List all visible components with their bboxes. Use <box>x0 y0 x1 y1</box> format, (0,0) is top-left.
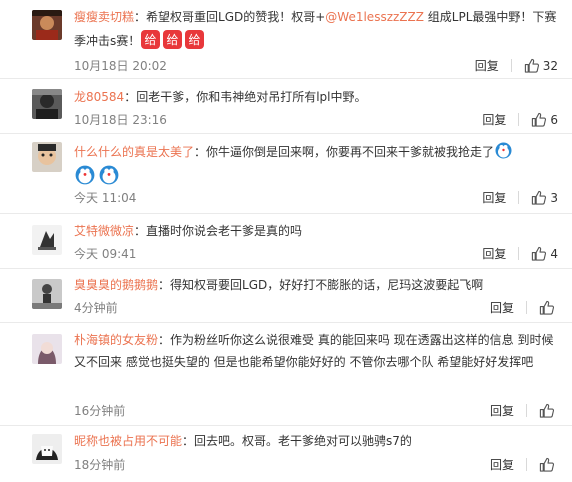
commenter-name[interactable]: 昵称也被占用不可能 <box>74 434 182 448</box>
reply-button[interactable]: 回复 <box>490 456 514 473</box>
commenter-name[interactable]: 什么什么的真是太美了 <box>74 145 194 159</box>
svg-text:给: 给 <box>145 33 157 47</box>
reply-button[interactable]: 回复 <box>482 245 506 262</box>
comment-time: 10月18日 20:02 <box>74 59 167 73</box>
comment-item: 臭臭臭的鹅鹅鹅：得知权哥要回LGD，好好打不膨胀的话，尼玛这波要起飞啊 4分钟前… <box>0 269 572 323</box>
thumbs-up-icon <box>524 58 539 73</box>
comment-item: 什么什么的真是太美了：你牛逼你倒是回来啊，你要再不回来干爹就被我抢走了 今天 1… <box>0 134 572 214</box>
avatar[interactable] <box>32 334 62 364</box>
divider <box>526 301 527 314</box>
thumbs-up-icon <box>532 246 547 261</box>
like-count: 4 <box>550 246 558 261</box>
avatar[interactable] <box>32 434 62 464</box>
divider <box>518 191 520 204</box>
like-button[interactable]: 4 <box>531 246 558 261</box>
reply-button[interactable]: 回复 <box>490 299 514 316</box>
commenter-name[interactable]: 臭臭臭的鹅鹅鹅 <box>74 278 158 292</box>
thumbs-up-icon <box>539 403 554 418</box>
reply-button[interactable]: 回复 <box>482 111 506 128</box>
avatar[interactable] <box>32 10 62 40</box>
divider <box>510 59 512 72</box>
comment-text: ：你牛逼你倒是回来啊，你要再不回来干爹就被我抢走了 <box>194 145 495 159</box>
comment-time: 18分钟前 <box>74 458 126 472</box>
reply-button[interactable]: 回复 <box>490 402 514 419</box>
like-button[interactable] <box>539 457 558 472</box>
comment-time: 16分钟前 <box>74 404 126 418</box>
like-count: 3 <box>550 190 558 205</box>
like-button[interactable]: 32 <box>524 58 558 73</box>
like-button[interactable] <box>539 403 558 418</box>
comment-item: 艾特微微凉：直播时你说会老干爹是真的吗 今天 09:41 回复 4 <box>0 214 572 269</box>
commenter-name[interactable]: 龙80584 <box>74 90 124 104</box>
comment-text: ：希望权哥重回LGD的赞我！权哥+ <box>134 10 326 24</box>
like-button[interactable]: 3 <box>531 190 558 205</box>
thumbs-up-icon <box>532 112 547 127</box>
comment-item: 龙80584：回老干爹，你和韦神绝对吊打所有lpl中野。 10月18日 23:1… <box>0 79 572 134</box>
like-count: 6 <box>550 112 558 127</box>
avatar[interactable] <box>32 225 62 255</box>
thumbs-up-icon <box>532 190 547 205</box>
doraemon-emoji <box>99 165 119 185</box>
comment-time: 10月18日 23:16 <box>74 113 167 127</box>
svg-text:给: 给 <box>167 33 179 47</box>
avatar[interactable] <box>32 89 62 119</box>
like-count: 32 <box>542 58 558 73</box>
avatar[interactable] <box>32 279 62 309</box>
comment-item: 瘦瘦卖切糕：希望权哥重回LGD的赞我！权哥+@We1lesszzZZZ 组成LP… <box>0 0 572 79</box>
like-button[interactable]: 6 <box>531 112 558 127</box>
divider <box>526 458 527 471</box>
svg-text:给: 给 <box>189 33 201 47</box>
comment-time: 4分钟前 <box>74 301 118 315</box>
divider <box>518 247 520 260</box>
mention-link[interactable]: @We1lesszzZZZ <box>325 10 424 24</box>
comment-item: 朴海镇的女友粉：作为粉丝听你这么说很难受 真的能回来吗 现在透露出这样的信息 到… <box>0 323 572 426</box>
divider <box>518 113 520 126</box>
comment-time: 今天 09:41 <box>74 247 137 261</box>
doraemon-emoji <box>75 165 95 185</box>
comment-item: 昵称也被占用不可能：回去吧。权哥。老干爹绝对可以驰骋s7的 18分钟前 回复 <box>0 426 572 482</box>
comment-text: ：得知权哥要回LGD，好好打不膨胀的话，尼玛这波要起飞啊 <box>158 278 484 292</box>
thumbs-up-icon <box>539 300 554 315</box>
commenter-name[interactable]: 艾特微微凉 <box>74 224 134 238</box>
divider <box>526 404 527 417</box>
reply-button[interactable]: 回复 <box>482 189 506 206</box>
comment-time: 今天 11:04 <box>74 191 137 205</box>
gift-stickers: 给给给 <box>140 28 206 57</box>
like-button[interactable] <box>539 300 558 315</box>
reply-button[interactable]: 回复 <box>475 57 499 74</box>
comment-text: ：回老干爹，你和韦神绝对吊打所有lpl中野。 <box>124 90 367 104</box>
comment-text: ：直播时你说会老干爹是真的吗 <box>134 224 303 238</box>
comment-text: ：回去吧。权哥。老干爹绝对可以驰骋s7的 <box>182 434 412 448</box>
avatar[interactable] <box>32 142 62 172</box>
doraemon-emoji <box>495 142 512 159</box>
thumbs-up-icon <box>539 457 554 472</box>
commenter-name[interactable]: 朴海镇的女友粉 <box>74 333 158 347</box>
commenter-name[interactable]: 瘦瘦卖切糕 <box>74 10 134 24</box>
